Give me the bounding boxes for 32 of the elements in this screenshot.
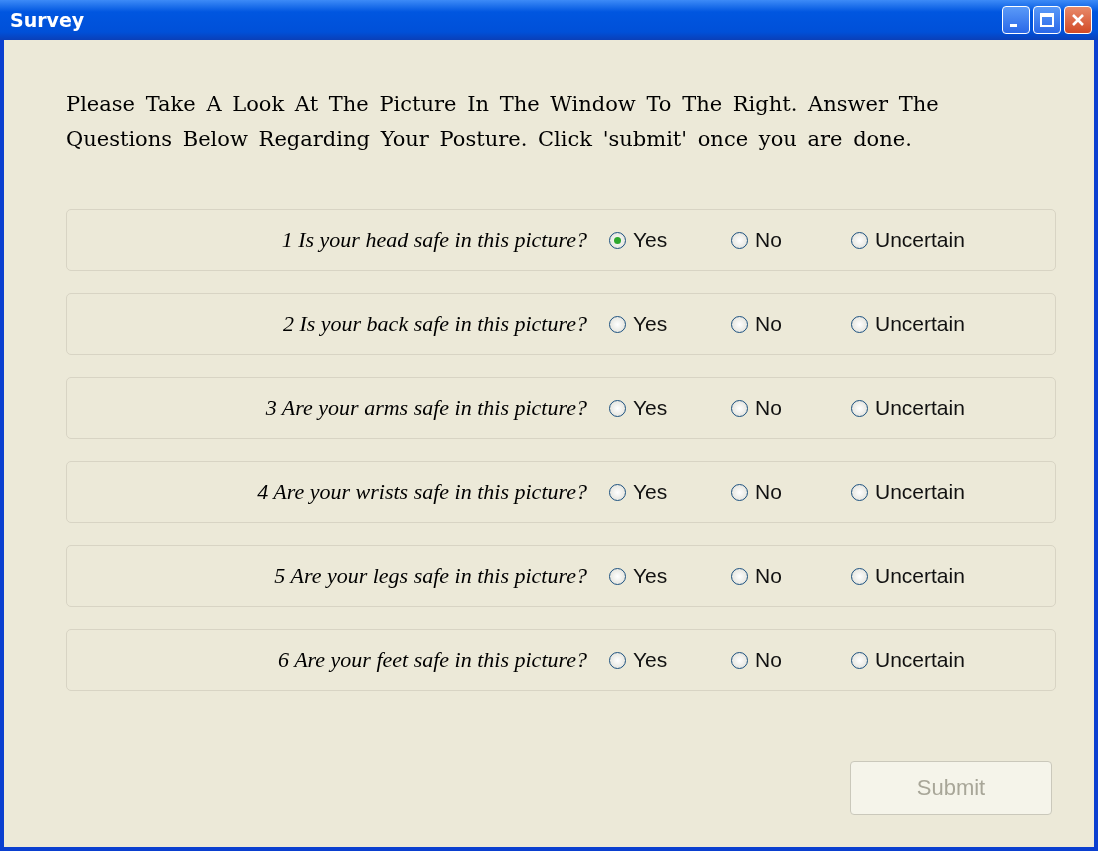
radio-option[interactable]: Uncertain bbox=[851, 564, 965, 588]
radio-option[interactable]: Uncertain bbox=[851, 648, 965, 672]
minimize-icon bbox=[1010, 23, 1017, 27]
radio-option[interactable]: No bbox=[731, 396, 851, 420]
radio-option[interactable]: Yes bbox=[609, 648, 731, 672]
minimize-button[interactable] bbox=[1002, 6, 1030, 34]
radio-option[interactable]: No bbox=[731, 228, 851, 252]
instructions-text: Please Take A Look At The Picture In The Window To The Right. Answer The Questions Below Regarding Your Posture. Click 'submit' once you are done. bbox=[66, 91, 940, 153]
question-text: 2 Is your back safe in this picture? bbox=[281, 311, 587, 337]
radio-option[interactable]: Uncertain bbox=[851, 312, 965, 336]
radio-option[interactable]: Yes bbox=[609, 312, 731, 336]
radio-option[interactable]: Yes bbox=[609, 564, 731, 588]
close-button[interactable] bbox=[1064, 6, 1092, 34]
maximize-icon bbox=[1039, 12, 1055, 28]
question-text: 6 Are your feet safe in this picture? bbox=[277, 647, 587, 673]
question-text: 1 Is your head safe in this picture? bbox=[280, 227, 587, 253]
question-text: 5 Are your legs safe in this picture? bbox=[273, 563, 587, 589]
maximize-button[interactable] bbox=[1033, 6, 1061, 34]
question-text: 4 Are your wrists safe in this picture? bbox=[256, 479, 587, 505]
close-icon bbox=[1070, 12, 1086, 28]
radio-option[interactable]: No bbox=[731, 648, 851, 672]
radio-option[interactable]: Yes bbox=[609, 480, 731, 504]
window-title: Survey bbox=[10, 9, 85, 31]
radio-option[interactable]: No bbox=[731, 564, 851, 588]
radio-option[interactable]: Uncertain bbox=[851, 228, 965, 252]
radio-option[interactable]: Uncertain bbox=[851, 396, 965, 420]
radio-option[interactable]: Yes bbox=[609, 396, 731, 420]
radio-option[interactable]: No bbox=[731, 480, 851, 504]
radio-option[interactable]: Yes bbox=[609, 228, 731, 252]
question-text: 3 Are your arms safe in this picture? bbox=[264, 395, 587, 421]
radio-option[interactable]: Uncertain bbox=[851, 480, 965, 504]
radio-option[interactable]: No bbox=[731, 312, 851, 336]
